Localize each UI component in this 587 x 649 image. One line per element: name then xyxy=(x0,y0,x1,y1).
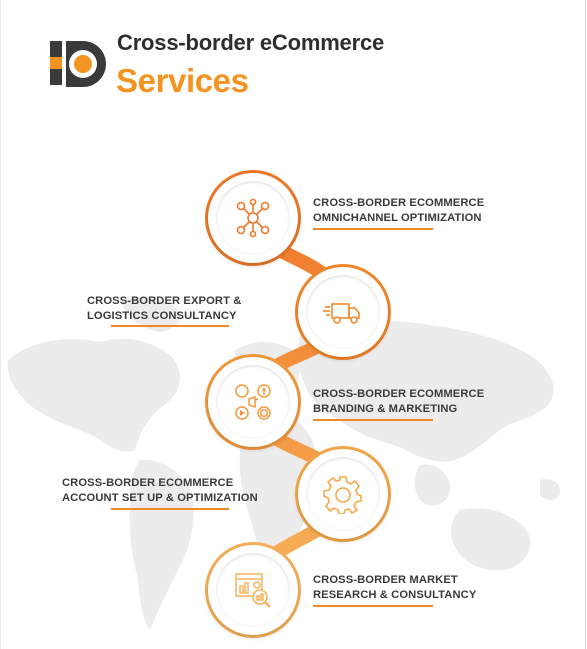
service-label-line: RESEARCH & CONSULTANCY xyxy=(313,588,477,601)
delivery-truck-icon xyxy=(323,303,360,324)
service-label-line: OMNICHANNEL OPTIMIZATION xyxy=(313,211,482,224)
gear-icon xyxy=(323,476,362,514)
service-label-market-research: CROSS-BORDER MARKET RESEARCH & CONSULTAN… xyxy=(313,573,476,602)
service-label-line: CROSS-BORDER MARKET xyxy=(313,574,458,586)
service-label-logistics: CROSS-BORDER EXPORT & LOGISTICS CONSULTA… xyxy=(87,294,241,323)
service-node-omnichannel xyxy=(208,173,298,263)
network-nodes-icon xyxy=(236,198,270,238)
timeline-connector xyxy=(205,170,391,638)
service-label-line: LOGISTICS CONSULTANCY xyxy=(87,309,237,322)
market-research-icon xyxy=(235,573,271,608)
service-label-branding: CROSS-BORDER ECOMMERCE BRANDING & MARKET… xyxy=(313,387,484,416)
service-label-line: CROSS-BORDER EXPORT & xyxy=(87,295,242,307)
service-label-account-setup: CROSS-BORDER ECOMMERCE ACCOUNT SET UP & … xyxy=(62,476,258,505)
label-underline xyxy=(313,419,433,421)
service-label-line: CROSS-BORDER ECOMMERCE xyxy=(62,477,234,489)
service-node-market-research xyxy=(208,545,298,635)
service-label-line: CROSS-BORDER ECOMMERCE xyxy=(313,197,485,209)
service-node-account-setup xyxy=(298,449,388,539)
service-node-logistics xyxy=(298,267,388,357)
service-label-line: ACCOUNT SET UP & OPTIMIZATION xyxy=(62,491,258,504)
service-label-line: CROSS-BORDER ECOMMERCE xyxy=(313,388,485,400)
label-underline xyxy=(313,605,433,607)
label-underline xyxy=(313,228,433,230)
service-label-omnichannel: CROSS-BORDER ECOMMERCE OMNICHANNEL OPTIM… xyxy=(313,196,484,225)
label-underline xyxy=(111,325,229,327)
label-underline xyxy=(111,508,229,510)
service-node-branding xyxy=(208,357,298,447)
social-media-icon xyxy=(235,384,271,420)
service-label-line: BRANDING & MARKETING xyxy=(313,402,458,415)
